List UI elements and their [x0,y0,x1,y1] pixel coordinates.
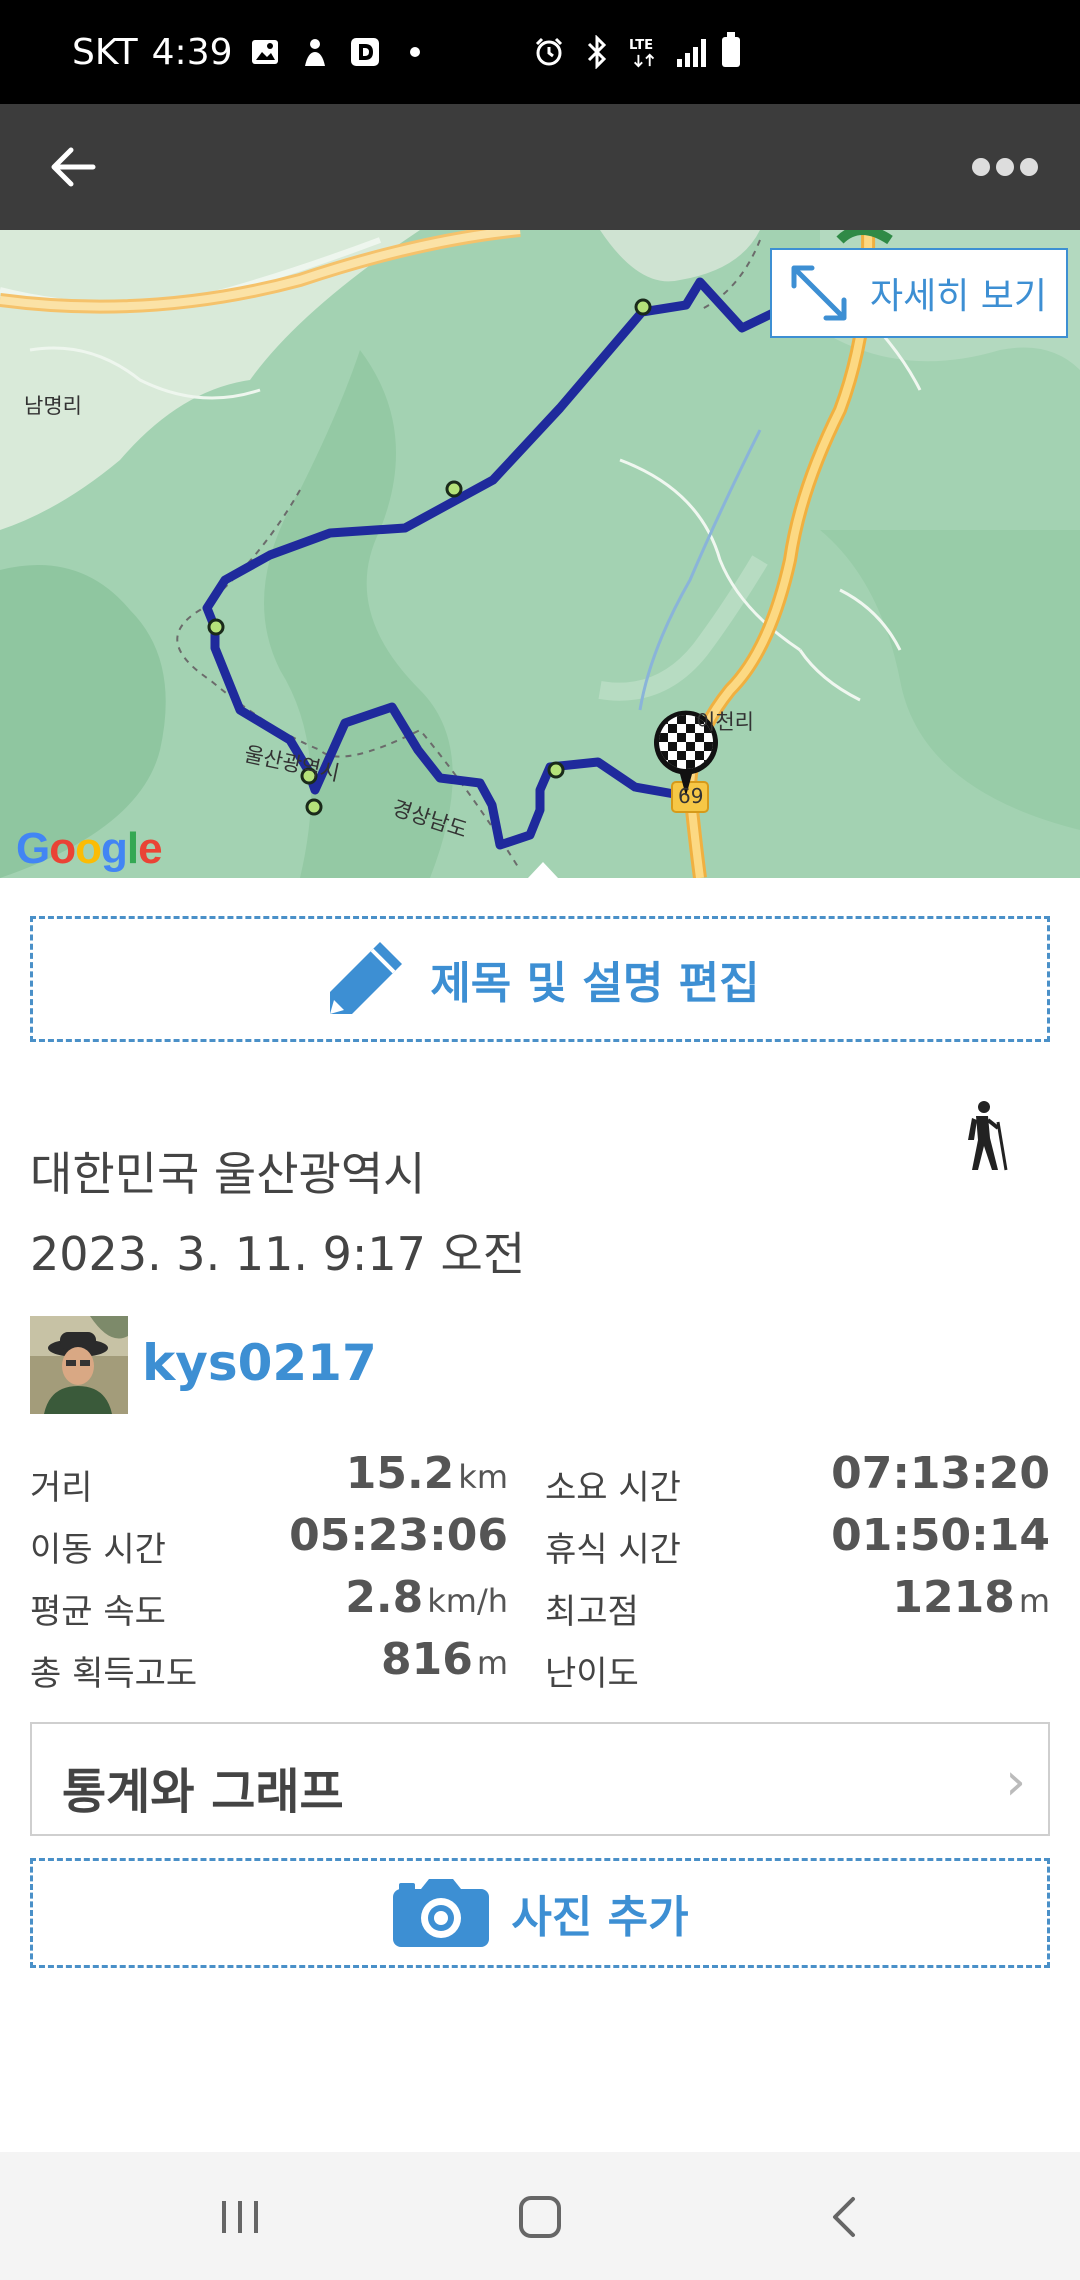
more-dot [996,158,1014,176]
app-icon [297,34,333,70]
carrier-label: SKT [72,31,138,73]
stat-label-avg-speed: 평균 속도 [30,1592,166,1632]
app-header [0,104,1080,230]
stats-table: 거리 15.2 km 소요 시간 07:13:20 이동 시간 05:23:06 … [30,1448,1050,1696]
avg-speed-number: 2.8 [345,1572,424,1623]
stats-and-graph-button[interactable]: 통계와 그래프 › [30,1722,1050,1836]
stat-value-moving-time: 05:23:06 [289,1510,508,1561]
stats-row: 거리 15.2 km 소요 시간 07:13:20 [30,1448,1050,1510]
stat-label-total-time: 소요 시간 [545,1468,681,1508]
activity-datetime: 2023. 3. 11. 9:17 오전 [30,1227,526,1281]
stat-value-max-elevation: 1218 m [892,1572,1050,1623]
detail-view-button[interactable]: 자세히 보기 [770,248,1068,338]
stat-label-rest-time: 휴식 시간 [545,1530,681,1570]
clock: 4:39 [151,31,233,73]
svg-text:LTE: LTE [629,38,653,53]
avatar-image [30,1316,128,1414]
map-label-village: 남명리 [24,394,82,418]
stat-value-elevation-gain: 816 m [381,1634,508,1685]
max-elevation-number: 1218 [892,1572,1015,1623]
camera-icon [393,1879,490,1947]
nav-back-icon [833,2197,855,2237]
stat-value-total-time: 07:13:20 [831,1448,1050,1499]
arrow-left-icon [51,147,96,187]
add-photo-label: 사진 추가 [511,1892,689,1943]
status-right: LTE [533,0,740,104]
distance-number: 15.2 [345,1448,455,1499]
more-button[interactable] [960,144,1050,190]
elevation-gain-number: 816 [380,1634,473,1685]
d-app-icon [347,34,383,70]
stats-graph-label: 통계와 그래프 [62,1764,344,1820]
username-link[interactable]: kys0217 [142,1334,377,1392]
more-dot [1020,158,1038,176]
stat-label-difficulty: 난이도 [545,1654,639,1694]
signal-icon [677,37,706,67]
status-left: SKT 4:39 [72,0,433,104]
max-elevation-unit: m [1018,1582,1050,1620]
add-photo-button[interactable]: 사진 추가 [30,1858,1050,1968]
map-pointer [528,862,558,878]
google-logo: Google [16,824,163,873]
pencil-icon [330,942,403,1014]
route-number-label: 69 [678,784,704,808]
map-label-icheon: 이천리 [696,710,754,734]
back-button[interactable] [40,134,106,200]
lte-icon: LTE [629,34,661,70]
expand-icon [791,265,847,321]
edit-title-label: 제목 및 설명 편집 [430,958,760,1009]
stat-value-distance: 15.2 km [346,1448,508,1499]
stats-row: 총 획득고도 816 m 난이도 [30,1634,1050,1696]
avg-speed-unit: km/h [427,1582,508,1620]
hiker-icon [968,1101,1008,1171]
route-map[interactable]: 남명리 울산광역시 경상남도 이천리 69 자세히 보기 Google [0,230,1080,878]
stat-value-rest-time: 01:50:14 [831,1510,1050,1561]
dot-icon [397,34,433,70]
home-icon [519,2196,561,2238]
detail-view-label: 자세히 보기 [870,276,1048,317]
status-bar: SKT 4:39 LTE [0,0,1080,104]
elevation-gain-unit: m [476,1644,508,1682]
nav-back-button[interactable] [804,2182,884,2252]
distance-unit: km [458,1458,508,1496]
home-button[interactable] [500,2182,580,2252]
avatar[interactable] [30,1316,128,1414]
activity-location: 대한민국 울산광역시 [30,1147,426,1201]
stat-label-max-elevation: 최고점 [545,1592,639,1632]
stat-value-avg-speed: 2.8 km/h [345,1572,508,1623]
edit-title-description-button[interactable]: 제목 및 설명 편집 [30,916,1050,1042]
chevron-right-icon: › [1005,1752,1026,1812]
more-dots-icon [972,158,990,176]
alarm-icon [533,34,565,70]
battery-icon [722,32,740,67]
stat-label-moving-time: 이동 시간 [30,1530,166,1570]
stat-label-elevation-gain: 총 획득고도 [30,1654,198,1694]
recents-icon [222,2201,258,2233]
stat-label-distance: 거리 [30,1468,93,1508]
image-icon [247,34,283,70]
stats-row: 이동 시간 05:23:06 휴식 시간 01:50:14 [30,1510,1050,1572]
recents-button[interactable] [200,2182,280,2252]
stats-row: 평균 속도 2.8 km/h 최고점 1218 m [30,1572,1050,1634]
system-navigation-bar [0,2152,1080,2280]
bluetooth-icon [581,34,613,70]
